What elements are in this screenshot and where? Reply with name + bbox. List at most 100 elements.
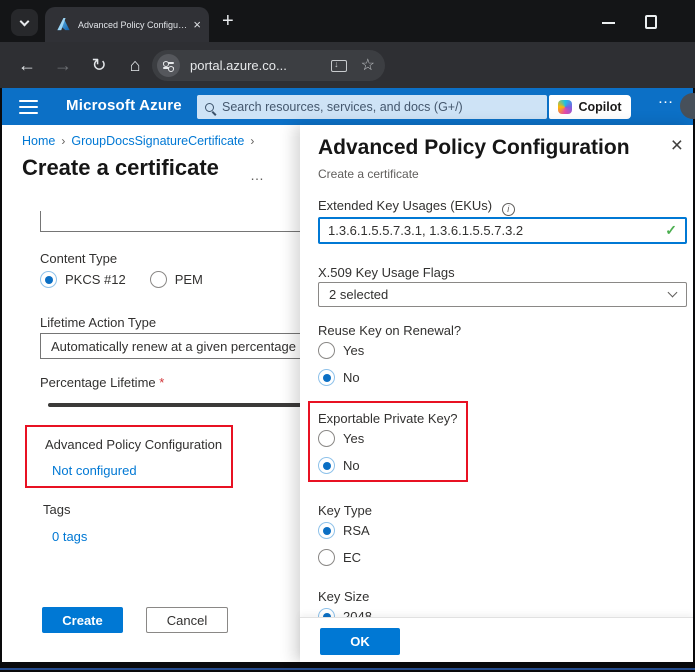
content-type-radios: PKCS #12 PEM xyxy=(40,271,203,288)
copilot-button[interactable]: Copilot xyxy=(549,95,631,119)
percentage-lifetime-text: Percentage Lifetime xyxy=(40,375,156,390)
lifetime-action-value: Automatically renew at a given percentag… xyxy=(51,339,302,354)
highlight-box-advanced-policy xyxy=(25,425,233,488)
site-settings-icon[interactable] xyxy=(157,54,180,77)
radio-exportable-no[interactable] xyxy=(318,457,335,474)
browser-toolbar: ← → ↻ ⌂ portal.azure.co... ☆ xyxy=(0,42,695,88)
bookmark-star-icon[interactable]: ☆ xyxy=(361,58,375,74)
create-button[interactable]: Create xyxy=(42,607,123,633)
radio-exportable-yes[interactable] xyxy=(318,430,335,447)
tab-title: Advanced Policy Configuration xyxy=(78,20,187,30)
tags-link[interactable]: 0 tags xyxy=(52,529,87,544)
valid-check-icon: ✓ xyxy=(665,222,677,239)
copilot-label: Copilot xyxy=(578,100,621,114)
panel-footer: OK xyxy=(300,617,693,662)
partial-input-field[interactable] xyxy=(40,211,322,232)
breadcrumb: Home › GroupDocsSignatureCertificate › xyxy=(22,134,260,148)
panel-close-icon[interactable]: × xyxy=(671,135,683,156)
exportable-yes-row: Yes xyxy=(318,430,364,447)
browser-window: Advanced Policy Configuration × + ← → ↻ … xyxy=(0,0,695,672)
advanced-policy-label: Advanced Policy Configuration xyxy=(45,437,222,452)
tab-search-button[interactable] xyxy=(11,9,38,36)
cancel-button[interactable]: Cancel xyxy=(146,607,228,633)
radio-exportable-yes-label: Yes xyxy=(343,431,364,446)
key-size-label: Key Size xyxy=(318,589,369,604)
url-text[interactable]: portal.azure.co... xyxy=(190,58,331,73)
info-icon[interactable]: i xyxy=(502,203,515,216)
page-title: Create a certificate xyxy=(22,155,219,181)
key-usage-label: X.509 Key Usage Flags xyxy=(318,265,455,280)
slider-line xyxy=(163,62,174,64)
new-tab-button[interactable]: + xyxy=(222,10,234,33)
azure-search-input[interactable]: Search resources, services, and docs (G+… xyxy=(197,95,547,119)
breadcrumb-home-link[interactable]: Home xyxy=(22,134,55,148)
breadcrumb-separator: › xyxy=(250,134,254,148)
install-app-icon[interactable] xyxy=(331,60,347,72)
required-asterisk: * xyxy=(159,375,164,390)
breadcrumb-cert-link[interactable]: GroupDocsSignatureCertificate xyxy=(71,134,244,148)
forward-icon[interactable]: → xyxy=(48,42,78,88)
panel-title: Advanced Policy Configuration xyxy=(318,136,630,160)
not-configured-link[interactable]: Not configured xyxy=(52,463,137,478)
slider-line xyxy=(163,67,174,69)
lifetime-action-label: Lifetime Action Type xyxy=(40,315,156,330)
azure-favicon-icon xyxy=(56,17,71,32)
refresh-icon[interactable]: ↻ xyxy=(84,42,114,88)
exportable-key-label: Exportable Private Key? xyxy=(318,411,457,426)
reuse-yes-row: Yes xyxy=(318,342,364,359)
tab-strip: Advanced Policy Configuration × + xyxy=(0,0,695,42)
address-bar[interactable]: portal.azure.co... ☆ xyxy=(152,50,385,81)
azure-header: Microsoft Azure Search resources, servic… xyxy=(2,88,693,125)
chevron-down-icon xyxy=(20,16,30,26)
key-type-ec-row: EC xyxy=(318,549,361,566)
lifetime-action-select[interactable]: Automatically renew at a given percentag… xyxy=(40,333,322,359)
avatar[interactable] xyxy=(680,93,695,119)
key-usage-dropdown[interactable]: 2 selected xyxy=(318,282,687,307)
header-more-button[interactable]: … xyxy=(648,90,684,108)
radio-ec-label: EC xyxy=(343,550,361,565)
radio-reuse-yes-label: Yes xyxy=(343,343,364,358)
eku-label: Extended Key Usages (EKUs) i xyxy=(318,198,515,216)
back-icon[interactable]: ← xyxy=(12,42,42,88)
copilot-icon xyxy=(558,100,572,114)
tab-close-icon[interactable]: × xyxy=(193,18,201,31)
key-usage-value: 2 selected xyxy=(329,287,669,302)
home-icon[interactable]: ⌂ xyxy=(120,42,150,88)
radio-reuse-yes[interactable] xyxy=(318,342,335,359)
chevron-down-icon xyxy=(668,288,678,298)
page-content: Home › GroupDocsSignatureCertificate › Crea… xyxy=(2,125,693,662)
panel-subtitle: Create a certificate xyxy=(318,167,419,181)
radio-ec[interactable] xyxy=(318,549,335,566)
window-maximize-button[interactable] xyxy=(645,15,657,29)
radio-rsa-label: RSA xyxy=(343,523,370,538)
exportable-no-row: No xyxy=(318,457,360,474)
window-bottom-accent xyxy=(0,668,695,670)
page-title-more-button[interactable]: … xyxy=(250,167,265,183)
browser-tab[interactable]: Advanced Policy Configuration × xyxy=(45,7,209,42)
hamburger-menu-icon[interactable] xyxy=(19,100,38,114)
azure-brand: Microsoft Azure xyxy=(66,97,182,114)
search-icon xyxy=(205,103,214,112)
content-type-label: Content Type xyxy=(40,251,117,266)
key-type-rsa-row: RSA xyxy=(318,522,370,539)
ok-button[interactable]: OK xyxy=(320,628,400,655)
reuse-key-label: Reuse Key on Renewal? xyxy=(318,323,461,338)
breadcrumb-separator: › xyxy=(61,134,65,148)
radio-rsa[interactable] xyxy=(318,522,335,539)
radio-reuse-no-label: No xyxy=(343,370,360,385)
radio-pem[interactable] xyxy=(150,271,167,288)
radio-exportable-no-label: No xyxy=(343,458,360,473)
eku-value: 1.3.6.1.5.5.7.3.1, 1.3.6.1.5.5.7.3.2 xyxy=(328,223,665,238)
tags-label: Tags xyxy=(43,502,70,517)
percentage-lifetime-label: Percentage Lifetime * xyxy=(40,375,164,390)
eku-label-text: Extended Key Usages (EKUs) xyxy=(318,198,492,213)
radio-pem-label: PEM xyxy=(175,272,203,287)
window-minimize-button[interactable] xyxy=(602,22,615,24)
reuse-no-row: No xyxy=(318,369,360,386)
advanced-policy-panel: × Advanced Policy Configuration Create a… xyxy=(300,125,693,662)
radio-reuse-no[interactable] xyxy=(318,369,335,386)
percentage-lifetime-slider[interactable] xyxy=(48,403,304,407)
radio-pkcs12-label: PKCS #12 xyxy=(65,272,126,287)
eku-input[interactable]: 1.3.6.1.5.5.7.3.1, 1.3.6.1.5.5.7.3.2 ✓ xyxy=(318,217,687,244)
radio-pkcs12[interactable] xyxy=(40,271,57,288)
